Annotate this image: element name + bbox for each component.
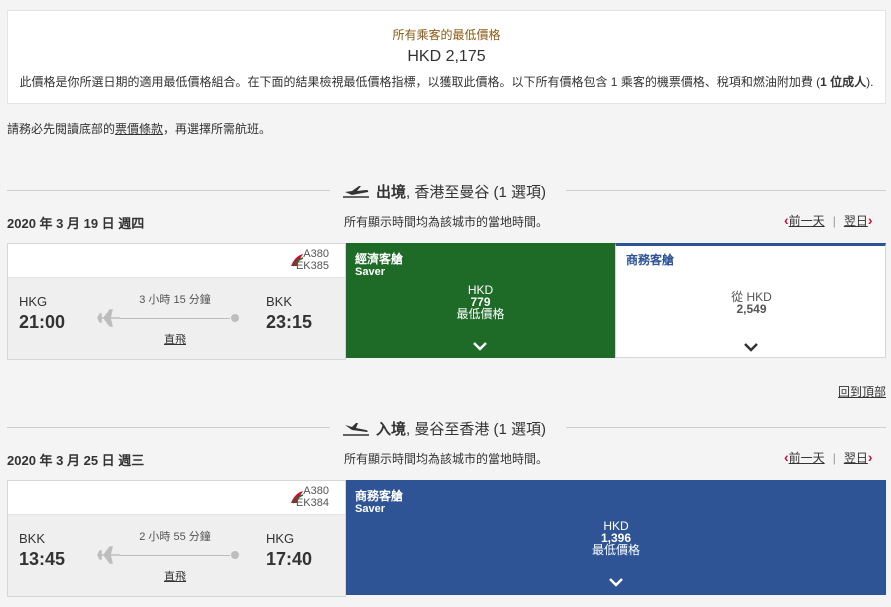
outbound-flight-card: A380 EK385 HKG 21:00 3 小時 15 分鐘 直飛 BKK 2… [7,243,346,360]
flight-duration: 3 小時 15 分鐘 [139,294,211,306]
back-to-top-link[interactable]: 回到頂部 [838,383,886,400]
chevron-right-icon: › [867,212,873,228]
fare-price: 從 HKD 2,549 [616,291,887,315]
lowest-price-tag: 最低價格 [591,543,640,557]
business-fare-option[interactable]: 商務客艙 從 HKD 2,549 [615,243,886,358]
route-end-dot [231,314,239,322]
price-note: 此價格是你所選日期的適用最低價格組合。在下面的結果檢視最低價格指標，以獲取此價格… [8,73,885,90]
notice-text-end: ，再選擇所需航班。 [163,122,272,136]
direct-flight-link[interactable]: 直飛 [105,331,245,347]
departure-time: 21:00 [19,312,66,332]
arrival-time: 23:15 [266,312,313,332]
origin-airport: HKG [19,294,48,309]
arrival-time: 17:40 [266,549,313,569]
chevron-down-icon [609,578,623,587]
timezone-note: 所有顯示時間均為該城市的當地時間。 [344,215,549,229]
section-divider [566,427,886,428]
prev-day-link[interactable]: 前一天 [789,214,825,228]
outbound-date: 2020 年 3 月 19 日 週四 [7,216,145,231]
inbound-direction: 入境 [376,421,407,438]
fare-type: Saver [355,266,385,278]
cabin-name: 商務客艙 [626,253,675,267]
plane-icon [97,309,120,327]
origin-airport: BKK [19,531,46,546]
destination-airport: HKG [266,531,295,546]
fare-terms-link[interactable]: 票價條款 [115,122,163,136]
timezone-note: 所有顯示時間均為該城市的當地時間。 [344,452,549,466]
inbound-day-nav: ‹前一天 | 翌日› [784,449,873,465]
direct-flight-link[interactable]: 直飛 [105,568,245,584]
lowest-price-value: HKD 2,175 [407,48,486,65]
fare-terms-notice: 請務必先閱讀底部的票價條款，再選擇所需航班。 [7,120,271,137]
section-divider [7,190,330,191]
outbound-route: , 香港至曼谷 (1 選項) [406,184,547,201]
price-note-text: 此價格是你所選日期的適用最低價格組合。在下面的結果檢視最低價格指標，以獲取此價格… [19,75,821,89]
aircraft-type: A380 [303,248,329,260]
next-day-link[interactable]: 翌日 [844,451,868,465]
route-line [120,555,230,556]
flight-code: A380 EK384 [296,485,329,509]
lowest-price-tag: 最低價格 [456,307,505,321]
outbound-direction: 出境 [376,184,407,201]
price-note-end: ). [866,75,874,89]
plane-takeoff-icon [343,185,369,198]
flight-code: A380 EK385 [296,248,329,272]
next-day-link[interactable]: 翌日 [844,214,868,228]
destination-airport: BKK [266,294,293,309]
route-line [120,318,230,319]
flight-number: EK385 [295,260,329,272]
inbound-flight-card: A380 EK384 BKK 13:45 2 小時 55 分鐘 直飛 HKG 1… [7,480,346,597]
lowest-price-label: 所有乘客的最低價格 [392,28,501,42]
outbound-section-title: 出境, 香港至曼谷 (1 選項) [342,181,546,202]
passenger-count: 1 位成人 [820,75,867,89]
economy-fare-option[interactable]: 經濟客艙 Saver HKD 779 最低價格 [346,243,615,358]
route-end-dot [231,551,239,559]
flight-duration: 2 小時 55 分鐘 [139,531,211,543]
section-divider [566,190,886,191]
flight-header: A380 EK384 [8,481,345,515]
inbound-section-title: 入境, 曼谷至香港 (1 選項) [342,418,546,439]
chevron-down-icon [744,343,758,352]
fare-type: Saver [355,503,385,515]
aircraft-type: A380 [303,485,329,497]
inbound-date: 2020 年 3 月 25 日 週三 [7,453,145,468]
plane-landing-icon [343,422,369,436]
chevron-right-icon: › [867,449,873,465]
notice-text: 請務必先閱讀底部的 [7,122,116,136]
outbound-day-nav: ‹前一天 | 翌日› [784,212,873,228]
inbound-route: , 曼谷至香港 (1 選項) [406,421,547,438]
fare-price: HKD 1,396 最低價格 [346,520,886,556]
lowest-price-summary: 所有乘客的最低價格 HKD 2,175 此價格是你所選日期的適用最低價格組合。在… [7,10,886,104]
section-divider [7,427,330,428]
business-fare-option[interactable]: 商務客艙 Saver HKD 1,396 最低價格 [346,480,886,595]
flight-number: EK384 [295,497,329,509]
prev-day-link[interactable]: 前一天 [789,451,825,465]
flight-header: A380 EK385 [8,244,345,278]
cabin-name: 經濟客艙 [355,252,404,266]
plane-icon [97,546,120,564]
fare-price: HKD 779 最低價格 [346,284,615,320]
departure-time: 13:45 [19,549,66,569]
cabin-name: 商務客艙 [355,489,404,503]
fare-amount: 2,549 [736,302,767,316]
chevron-down-icon [473,342,487,351]
